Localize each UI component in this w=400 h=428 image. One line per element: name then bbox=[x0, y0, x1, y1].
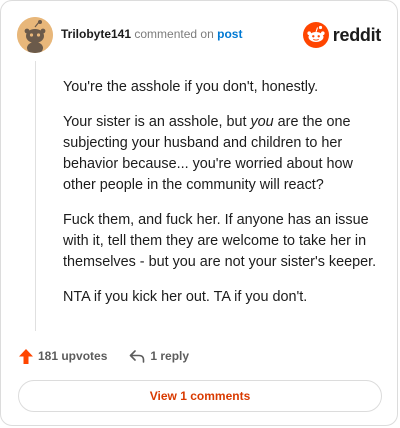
comment-body: You're the asshole if you don't, honestl… bbox=[63, 77, 379, 322]
snoo-avatar-icon bbox=[17, 17, 53, 53]
upvote-button[interactable]: 181 upvotes bbox=[19, 348, 108, 364]
comment-header: Trilobyte141 commented on post reddit bbox=[17, 17, 381, 53]
reddit-logo-icon bbox=[302, 22, 329, 48]
comment-paragraph: Your sister is an asshole, but you are t… bbox=[63, 112, 379, 196]
comment-paragraph: NTA if you kick her out. TA if you don't… bbox=[63, 289, 308, 305]
reddit-wordmark: reddit bbox=[332, 24, 382, 45]
avatar[interactable] bbox=[17, 17, 53, 53]
reply-button[interactable]: 1 reply bbox=[129, 349, 189, 363]
upvote-arrow-icon bbox=[19, 348, 33, 364]
reddit-logo[interactable]: reddit bbox=[302, 21, 382, 49]
username[interactable]: Trilobyte141 bbox=[61, 27, 131, 41]
post-link[interactable]: post bbox=[217, 27, 242, 41]
reply-arrow-icon bbox=[130, 349, 145, 363]
view-comments-button[interactable]: View 1 comments bbox=[18, 380, 382, 412]
comment-paragraph: Fuck them, and fuck her. If anyone has a… bbox=[63, 212, 377, 270]
comment-card: Trilobyte141 commented on post reddit Yo… bbox=[0, 0, 398, 426]
action-text: commented on bbox=[134, 27, 214, 41]
paragraph-text: Your sister is an asshole, but bbox=[63, 114, 251, 130]
reply-count: 1 reply bbox=[150, 349, 190, 363]
comment-meta: Trilobyte141 commented on post bbox=[61, 27, 242, 41]
emphasis-text: you bbox=[250, 114, 274, 130]
upvote-count: 181 upvotes bbox=[38, 349, 108, 363]
thread-line bbox=[35, 61, 36, 331]
comment-actions: 181 upvotes 1 reply bbox=[19, 347, 211, 365]
comment-paragraph: You're the asshole if you don't, honestl… bbox=[63, 79, 319, 95]
